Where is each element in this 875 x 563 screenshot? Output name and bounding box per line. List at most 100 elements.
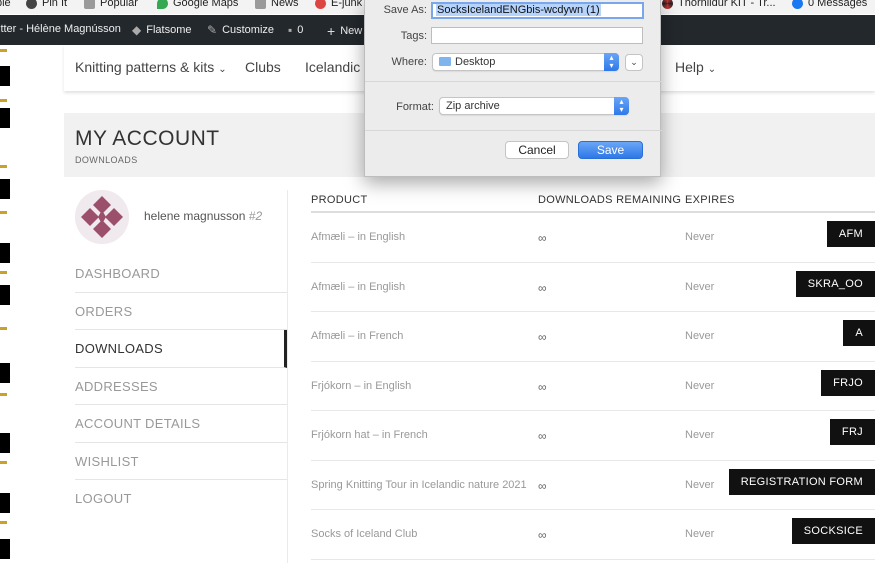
- bookmark-label: E-junk: [331, 0, 363, 9]
- brush-icon: ✎: [207, 23, 218, 37]
- admin-bar-customize[interactable]: ✎ Customize: [207, 23, 274, 37]
- page-title: MY ACCOUNT: [75, 127, 220, 150]
- menu-item-account-details[interactable]: ACCOUNT DETAILS: [75, 405, 287, 443]
- dialog-divider: [365, 130, 662, 131]
- menu-item-wishlist[interactable]: WISHLIST: [75, 443, 287, 480]
- avatar: [75, 190, 129, 244]
- pin-icon: [26, 0, 37, 9]
- product-link[interactable]: Frjókorn – in English: [311, 380, 411, 392]
- where-select[interactable]: Desktop ▴ ▾: [432, 53, 619, 71]
- product-link[interactable]: Afmæli – in English: [311, 231, 405, 243]
- nav-label: Knitting patterns & kits: [75, 59, 215, 75]
- product-link[interactable]: Frjókorn hat – in French: [311, 429, 428, 441]
- table-row: Frjókorn – in English ∞ Never FRJO: [311, 362, 875, 411]
- where-label: Where:: [391, 56, 427, 68]
- save-as-field[interactable]: SocksIcelandENGbis-wcdywn (1): [431, 2, 644, 19]
- downloads-remaining: ∞: [538, 330, 547, 344]
- user-id: #2: [248, 209, 263, 223]
- product-link[interactable]: Afmæli – in French: [311, 330, 403, 342]
- flatsome-icon: ◆: [132, 23, 142, 37]
- bookmark-popular[interactable]: Popular: [84, 0, 138, 9]
- tags-field[interactable]: [431, 27, 643, 44]
- dialog-divider: [365, 81, 662, 82]
- updown-chevron-icon: ▴ ▾: [604, 53, 619, 71]
- bookmark-google-maps[interactable]: Google Maps: [157, 0, 238, 9]
- download-button[interactable]: REGISTRATION FORM: [728, 468, 875, 495]
- format-select[interactable]: Zip archive ▴ ▾: [439, 97, 629, 115]
- admin-bar-theme[interactable]: ◆ Flatsome: [132, 23, 191, 37]
- download-button[interactable]: FRJO: [821, 369, 875, 396]
- comments-count: 0: [297, 24, 304, 36]
- bookmark-label: Google Maps: [173, 0, 239, 9]
- expand-button[interactable]: ⌄: [625, 54, 643, 71]
- download-button[interactable]: SOCKSICE: [791, 518, 875, 544]
- expires: Never: [685, 330, 715, 342]
- admin-bar-comments[interactable]: ▪ 0: [288, 23, 303, 37]
- save-button[interactable]: Save: [578, 141, 643, 159]
- table-row: Afmæli – in French ∞ Never A: [311, 312, 875, 362]
- comment-icon: ▪: [288, 23, 293, 37]
- downloads-remaining: ∞: [538, 429, 547, 443]
- nav-label: Help: [675, 59, 704, 75]
- bookmark-label: 0 Messages: [808, 0, 868, 9]
- menu-item-orders[interactable]: ORDERS: [75, 293, 287, 330]
- column-header-product: PRODUCT: [311, 194, 368, 206]
- folder-icon: [84, 0, 95, 9]
- download-button[interactable]: A: [843, 320, 875, 346]
- plus-icon: +: [327, 23, 336, 39]
- downloads-remaining: ∞: [538, 280, 547, 295]
- wheel-icon: [662, 0, 673, 9]
- theme-label: Flatsome: [146, 24, 192, 36]
- nav-item-clubs[interactable]: Clubs: [245, 59, 281, 75]
- breadcrumb: DOWNLOADS: [75, 155, 138, 165]
- map-pin-icon: [157, 0, 168, 9]
- table-row: Frjókorn hat – in French ∞ Never FRJ: [311, 411, 875, 461]
- menu-item-addresses[interactable]: ADDRESSES: [75, 368, 287, 405]
- expires: Never: [685, 528, 715, 540]
- downloads-remaining: ∞: [538, 478, 547, 493]
- bookmark-pin-it[interactable]: Pin It: [26, 0, 67, 9]
- bookmark-e-junk[interactable]: E-junk: [315, 0, 362, 9]
- bookmark-thornildur[interactable]: Thornildur KIT - Tr...: [662, 0, 776, 9]
- user-display: helene magnusson #2: [144, 209, 262, 223]
- menu-item-downloads[interactable]: DOWNLOADS: [75, 330, 287, 368]
- chevron-down-icon: ⌄: [707, 64, 717, 75]
- user-name: helene magnusson: [144, 209, 246, 223]
- new-label: New: [340, 25, 363, 37]
- download-button[interactable]: SKRA_OO: [795, 270, 875, 297]
- bookmark-item[interactable]: ble: [0, 0, 11, 9]
- bookmark-label: Thornildur KIT - Tr...: [678, 0, 776, 9]
- tags-label: Tags:: [400, 30, 427, 42]
- nav-item-help[interactable]: Help ⌄: [675, 59, 716, 75]
- bookmark-news[interactable]: News: [255, 0, 299, 9]
- admin-bar-new[interactable]: + New: [327, 23, 362, 39]
- admin-bar-site[interactable]: itter - Hélène Magnússon: [0, 23, 121, 35]
- save-as-label: Save As:: [383, 4, 427, 16]
- chevron-down-icon: ⌄: [218, 64, 227, 75]
- expires: Never: [685, 379, 715, 392]
- expires: Never: [685, 280, 715, 293]
- customize-label: Customize: [222, 24, 275, 36]
- download-button[interactable]: AFM: [826, 221, 875, 247]
- cancel-button[interactable]: Cancel: [505, 141, 569, 159]
- save-as-value: SocksIcelandENGbis-wcdywn (1): [436, 4, 601, 16]
- expires: Never: [685, 429, 715, 441]
- nav-item-knitting-patterns[interactable]: Knitting patterns & kits ⌄: [75, 59, 227, 75]
- menu-item-logout[interactable]: LOGOUT: [75, 480, 287, 518]
- product-link[interactable]: Afmæli – in English: [311, 281, 405, 293]
- column-header-expires: EXPIRES: [685, 194, 735, 206]
- bookmark-messages[interactable]: 0 Messages: [792, 0, 867, 9]
- expires: Never: [685, 231, 715, 243]
- save-dialog: Save As: SocksIcelandENGbis-wcdywn (1) T…: [364, 0, 662, 177]
- table-row: Afmæli – in English ∞ Never AFM: [311, 213, 875, 263]
- bookmark-label: Popular: [100, 0, 138, 9]
- downloads-remaining: ∞: [538, 231, 547, 245]
- nav-label: Clubs: [245, 59, 281, 75]
- format-value: Zip archive: [446, 100, 500, 112]
- menu-item-dashboard[interactable]: DASHBOARD: [75, 255, 287, 293]
- download-button[interactable]: FRJ: [829, 419, 875, 445]
- product-link[interactable]: Spring Knitting Tour in Icelandic nature…: [311, 479, 527, 491]
- product-link[interactable]: Socks of Iceland Club: [311, 528, 417, 540]
- bookmark-label: Pin It: [42, 0, 68, 9]
- sidebar-divider: [287, 190, 288, 563]
